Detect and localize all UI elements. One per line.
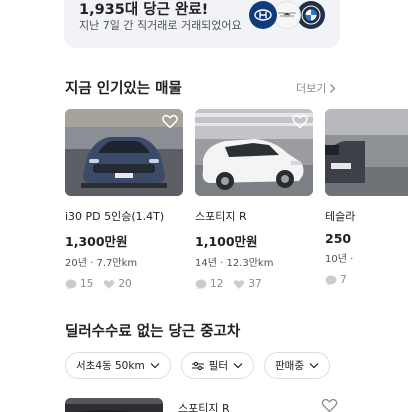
hyundai-logo-icon bbox=[249, 1, 277, 29]
heart-icon bbox=[234, 279, 245, 289]
heart-icon bbox=[104, 279, 115, 289]
location-filter-chip[interactable]: 서초4동 50km bbox=[65, 352, 171, 379]
chat-icon bbox=[195, 279, 207, 289]
bmw-logo-icon bbox=[297, 1, 325, 29]
listing-card[interactable]: i30 PD 5인승(1.4T) 1,300만원 20년 · 7.7만km 15… bbox=[65, 109, 183, 289]
listing-meta: 20년 · 7.7만km bbox=[65, 258, 138, 269]
chat-count: 12 bbox=[210, 278, 224, 289]
dealer-listing-name: 스포티지 R bbox=[178, 402, 230, 412]
chevron-right-icon bbox=[330, 83, 336, 93]
car-photo bbox=[195, 109, 313, 196]
sliders-icon bbox=[191, 361, 204, 370]
popular-cards-carousel[interactable]: i30 PD 5인승(1.4T) 1,300만원 20년 · 7.7만km 15… bbox=[65, 109, 408, 289]
popular-section-title: 지금 인기있는 매물 bbox=[65, 81, 182, 97]
more-link-label: 더보기 bbox=[296, 82, 327, 95]
filter-chip-bar: 서초4동 50km 필터 판매중 bbox=[65, 352, 330, 379]
completed-deals-banner[interactable]: 1,935대 당근 완료! 지난 7일 간 직거래로 거래되었어요 bbox=[64, 0, 340, 48]
chip-label: 판매중 bbox=[275, 360, 304, 372]
chip-label: 필터 bbox=[208, 360, 228, 372]
dealer-listing-photo[interactable] bbox=[65, 398, 163, 412]
chevron-down-icon bbox=[233, 363, 243, 369]
chat-count: 7 bbox=[340, 274, 347, 286]
listing-meta: 10년 · bbox=[325, 254, 354, 265]
chat-icon bbox=[65, 279, 77, 289]
dealer-section-title: 딜러수수료 없는 당근 중고차 bbox=[65, 324, 241, 340]
status-filter-chip[interactable]: 판매중 bbox=[264, 352, 330, 379]
listing-card[interactable]: 스포티지 R 1,100만원 14년 · 12.3만km 12 37 bbox=[195, 109, 313, 289]
listing-meta: 14년 · 12.3만km bbox=[195, 258, 274, 269]
listing-stats: 15 20 bbox=[65, 278, 183, 289]
listing-stats: 7 bbox=[325, 274, 408, 286]
like-count: 37 bbox=[248, 278, 262, 289]
favorite-heart-icon[interactable] bbox=[321, 398, 338, 412]
car-photo bbox=[65, 109, 183, 196]
listing-price: 1,300만원 bbox=[65, 234, 128, 249]
filter-chip[interactable]: 필터 bbox=[180, 352, 254, 379]
listing-name: 테슬라 bbox=[325, 210, 356, 223]
listing-stats: 12 37 bbox=[195, 278, 313, 289]
listing-price: 250 bbox=[325, 231, 352, 246]
chat-icon bbox=[325, 275, 337, 285]
listing-name: i30 PD 5인승(1.4T) bbox=[65, 210, 165, 223]
favorite-heart-icon[interactable] bbox=[292, 114, 308, 129]
chevron-down-icon bbox=[150, 363, 160, 369]
listing-price: 1,100만원 bbox=[195, 234, 258, 249]
listing-name: 스포티지 R bbox=[195, 210, 247, 223]
listing-card[interactable]: 테슬라 250 10년 · 7 bbox=[325, 109, 408, 286]
favorite-heart-icon[interactable] bbox=[162, 114, 178, 129]
chat-count: 15 bbox=[80, 278, 94, 289]
genesis-logo-icon bbox=[273, 1, 301, 29]
chevron-down-icon bbox=[309, 363, 319, 369]
banner-subtitle: 지난 7일 간 직거래로 거래되었어요 bbox=[79, 19, 242, 32]
like-count: 20 bbox=[118, 278, 132, 289]
more-link[interactable]: 더보기 bbox=[296, 80, 337, 96]
chip-label: 서초4동 50km bbox=[76, 360, 145, 372]
car-photo bbox=[325, 109, 408, 196]
